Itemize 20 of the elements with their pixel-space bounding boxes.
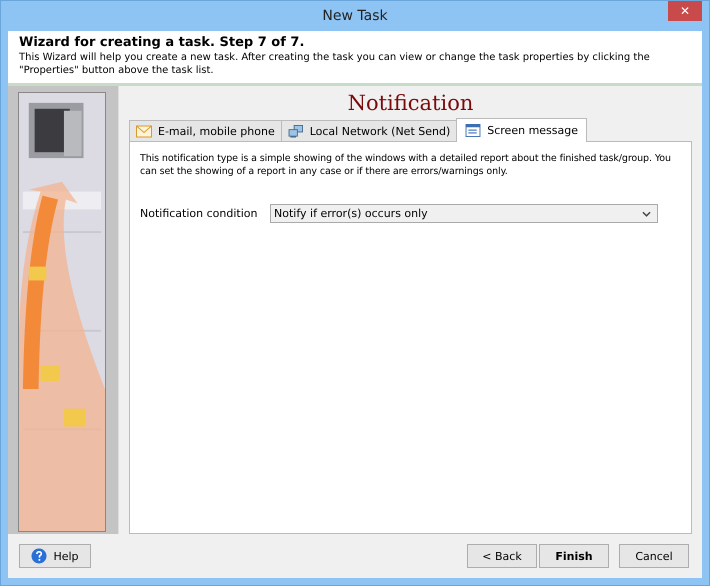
tab[interactable]: Screen message [456,118,587,142]
back-button[interactable]: < Back [467,544,537,568]
cancel-button[interactable]: Cancel [619,544,689,568]
tab[interactable]: E-mail, mobile phone [129,120,282,141]
condition-label: Notification condition [140,207,258,220]
envelope-icon [136,124,152,138]
help-button[interactable]: Help [19,544,91,568]
tab[interactable]: Local Network (Net Send) [280,120,458,141]
wizard-title: Wizard for creating a task. Step 7 of 7. [19,35,306,50]
condition-dropdown[interactable]: Notify if error(s) occurs only [270,204,658,223]
computers-icon [288,124,304,138]
window-icon [465,124,482,137]
chevron-down-icon [642,210,651,216]
notification-description: This notification type is a simple showing of the windows with a detailed report about the finished task/group. You can set the showing of a report in any case or if there are errors/warnings only. [140,152,672,178]
window-title: New Task [322,8,388,24]
page-title: Notification [346,90,474,117]
help-icon [31,548,48,564]
close-button[interactable]: ✕ [668,1,702,21]
wizard-description: This Wizard will help you create a new task. After creating the task you can view or change the task properties by clicking the "Properties" button above the task list. [19,51,651,77]
finish-button[interactable]: Finish [539,544,609,568]
